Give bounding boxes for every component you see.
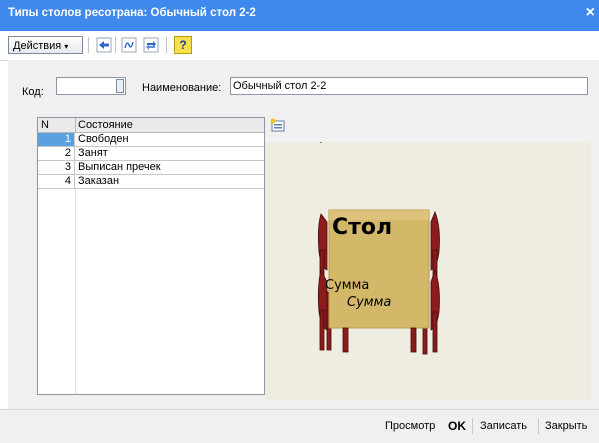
footer-separator (472, 418, 473, 434)
table-picture-preview[interactable]: Стол Сумма Сумма (265, 142, 591, 401)
toolbar: Действия ▾ ? (0, 31, 599, 61)
save-button[interactable]: Записать (480, 420, 527, 432)
chevron-down-icon: ▾ (64, 42, 69, 51)
ok-button[interactable]: OK (448, 419, 466, 433)
row-number: 4 (38, 175, 75, 188)
window-titlebar: Типы столов ресотрана: Обычный стол 2-2 … (0, 0, 599, 31)
close-button[interactable]: Закрыть (545, 420, 587, 432)
preview-button[interactable]: Просмотр (385, 420, 435, 432)
name-field[interactable]: Обычный стол 2-2 (230, 77, 588, 95)
table-row[interactable]: 2 Занят (38, 147, 264, 161)
formula-icon[interactable] (120, 36, 138, 54)
close-icon[interactable]: × (586, 4, 595, 22)
footer-separator (538, 418, 539, 434)
table-name-label: Стол (332, 215, 392, 240)
row-state: Выписан пречек (78, 161, 161, 173)
sum-label-2: Сумма (347, 295, 391, 310)
actions-menu-button[interactable]: Действия ▾ (8, 36, 83, 54)
column-header-state[interactable]: Состояние (78, 119, 133, 131)
code-spin-icon[interactable] (116, 79, 124, 93)
toolbar-separator (115, 37, 116, 53)
picture-edit-icon[interactable] (270, 118, 286, 132)
arrow-left-icon[interactable] (95, 36, 113, 54)
row-number: 3 (38, 161, 75, 174)
toolbar-separator (88, 37, 89, 53)
table-header: N Состояние (38, 118, 264, 133)
refresh-icon[interactable] (142, 36, 160, 54)
code-label: Код: (22, 86, 44, 98)
table-illustration: Стол Сумма Сумма (317, 142, 440, 355)
row-state: Свободен (78, 133, 129, 145)
table-row[interactable]: 1 Свободен (38, 133, 264, 147)
table-row[interactable]: 4 Заказан (38, 175, 264, 189)
states-table[interactable]: N Состояние 1 Свободен 2 Занят 3 Выписан… (37, 117, 265, 395)
row-number: 1 (38, 133, 75, 146)
name-label: Наименование: (142, 82, 222, 94)
sum-label-1: Сумма (325, 278, 369, 293)
column-header-n[interactable]: N (41, 119, 49, 131)
row-state: Занят (78, 147, 108, 159)
code-field[interactable] (56, 77, 126, 95)
window-title: Типы столов ресотрана: Обычный стол 2-2 (8, 7, 256, 19)
toolbar-separator (166, 37, 167, 53)
column-divider (75, 189, 76, 394)
table-row[interactable]: 3 Выписан пречек (38, 161, 264, 175)
help-icon[interactable]: ? (174, 36, 192, 54)
name-value: Обычный стол 2-2 (233, 80, 327, 92)
footer-bar: Просмотр OK Записать Закрыть (0, 409, 599, 443)
row-number: 2 (38, 147, 75, 160)
row-state: Заказан (78, 175, 120, 187)
actions-menu-label: Действия (13, 40, 62, 52)
form-body: Код: Наименование: Обычный стол 2-2 N Со… (8, 60, 599, 409)
column-divider (75, 118, 76, 132)
